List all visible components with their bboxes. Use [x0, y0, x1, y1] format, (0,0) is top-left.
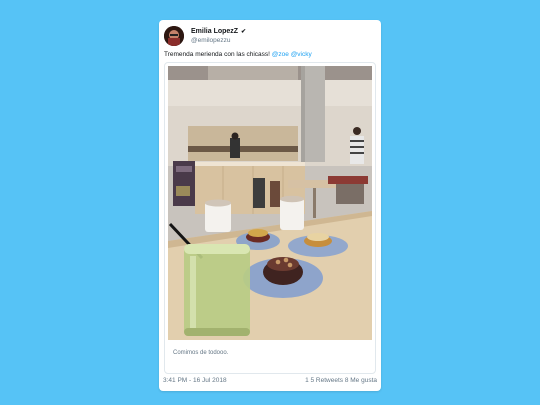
tweet-photo[interactable]: [168, 66, 372, 340]
tweet-stats[interactable]: 1 5 Retweets 8 Me gusta: [305, 377, 377, 384]
avatar[interactable]: [164, 26, 184, 46]
display-name-text: Emilia LopezZ: [191, 28, 239, 35]
mention-link-vicky[interactable]: @vicky: [291, 51, 312, 58]
display-name[interactable]: Emilia LopezZ ✔: [191, 28, 246, 35]
tweet-card: Emilia LopezZ ✔ @emilopezzu Tremenda mer…: [159, 20, 381, 391]
tweet-text: Tremenda merienda con las chicass! @zoe …: [164, 51, 312, 58]
photo-caption: Comimos de todooo.: [173, 350, 229, 356]
cafe-photo-illustration: [168, 66, 372, 340]
tweet-text-body: Tremenda merienda con las chicass!: [164, 51, 272, 58]
avatar-image: [164, 26, 184, 46]
mention-link-zoe[interactable]: @zoe: [272, 51, 289, 58]
tweet-timestamp[interactable]: 3:41 PM - 16 Jul 2018: [163, 377, 227, 384]
media-container[interactable]: Comimos de todooo.: [164, 62, 376, 374]
checkmark-icon: ✔: [241, 29, 247, 35]
handle[interactable]: @emilopezzu: [191, 37, 230, 44]
